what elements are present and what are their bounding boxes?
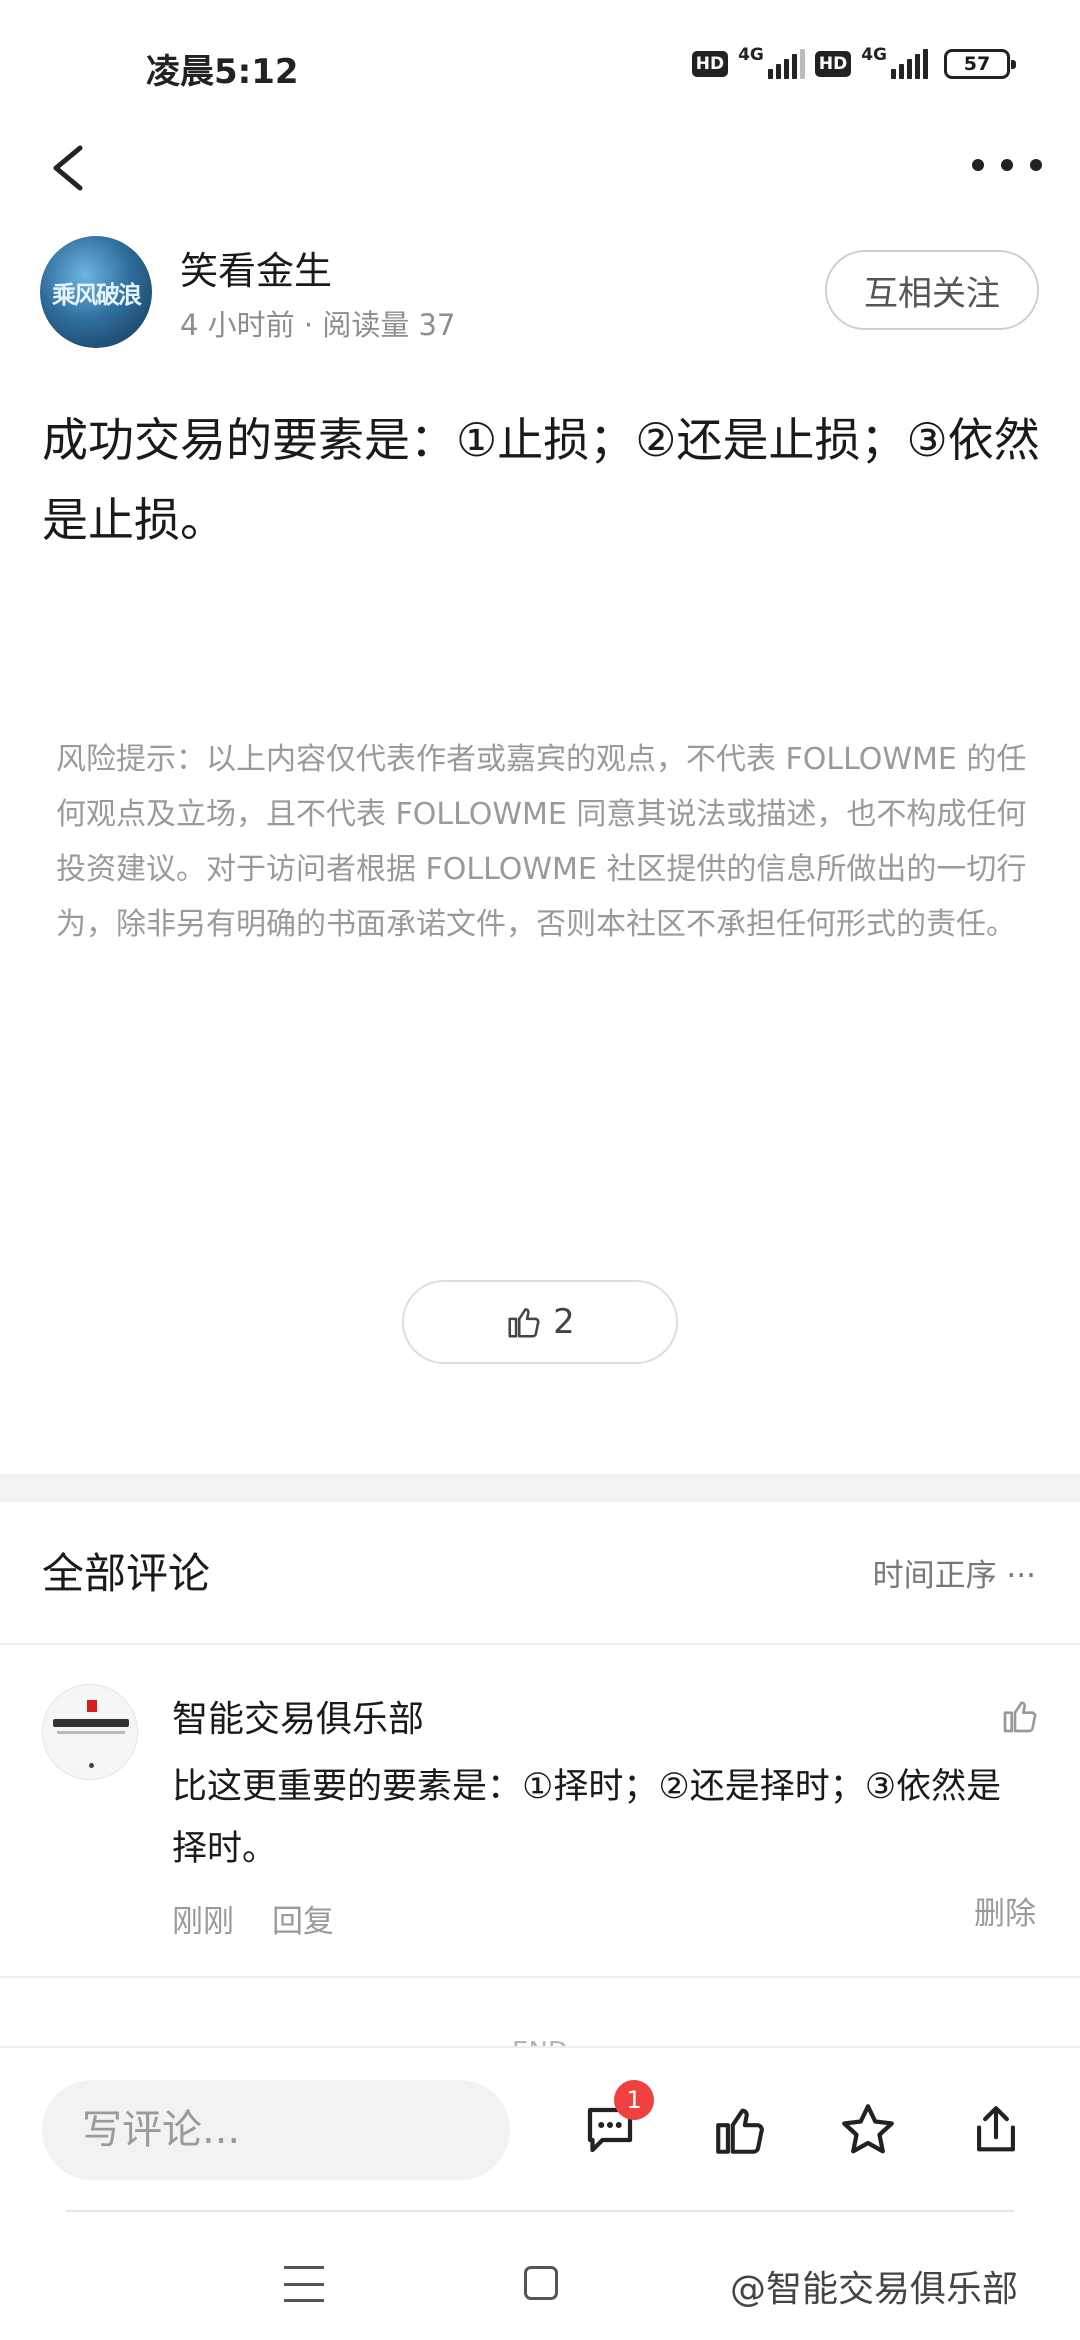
status-icons: HD 4G HD 4G 57 <box>691 44 1016 84</box>
comment-text: 比这更重要的要素是：①择时；②还是择时；③依然是择时。 <box>172 1767 1002 1869</box>
risk-notice: 风险提示：以上内容仅代表作者或嘉宾的观点，不代表 FOLLOWME 的任何观点及… <box>56 742 1027 942</box>
divider <box>0 1643 1080 1645</box>
author-avatar[interactable]: 乘风破浪 <box>40 236 152 348</box>
thumbs-up-icon <box>716 2108 764 2154</box>
star-icon <box>842 2104 894 2154</box>
back-button[interactable] <box>42 128 98 208</box>
chevron-left-icon <box>53 145 83 191</box>
home-button[interactable] <box>524 2266 558 2300</box>
commenter-name[interactable]: 智能交易俱乐部 <box>172 1690 424 1742</box>
post-like-button[interactable]: 2 <box>402 1280 678 1364</box>
share-button[interactable] <box>960 2094 1032 2166</box>
favorite-button[interactable] <box>832 2094 904 2166</box>
club-logo-icon <box>87 1700 97 1712</box>
divider <box>0 1976 1080 1978</box>
signal-strength-icon <box>767 49 805 79</box>
divider <box>66 2210 1014 2212</box>
battery-level: 57 <box>963 53 991 75</box>
post-meta: 4 小时前 · 阅读量 37 <box>180 308 456 342</box>
author-name[interactable]: 笑看金生 <box>180 240 332 295</box>
battery-icon: 57 <box>944 49 1016 79</box>
reply-button[interactable]: 回复 <box>272 1896 334 1941</box>
network-type-label: 4G <box>861 45 887 65</box>
comment-input[interactable]: 写评论... <box>42 2080 510 2180</box>
commenter-avatar[interactable] <box>42 1684 138 1780</box>
avatar-text: 乘风破浪 <box>52 280 142 309</box>
comments-title: 全部评论 <box>42 1549 211 1598</box>
delete-button[interactable]: 删除 <box>974 1888 1036 1933</box>
like-button[interactable] <box>704 2094 776 2166</box>
hd-icon: HD <box>814 51 852 77</box>
network-type-label: 4G <box>738 45 764 65</box>
watermark: @智能交易俱乐部 <box>730 2269 1019 2310</box>
sort-toggle[interactable]: 时间正序 ··· <box>873 1550 1036 1595</box>
signal-strength-icon <box>891 49 928 79</box>
post-content: 成功交易的要素是：①止损；②还是止损；③依然是止损。 <box>42 413 1040 547</box>
more-horizontal-icon <box>972 159 984 171</box>
menu-icon <box>284 2266 324 2269</box>
status-bar: 凌晨5:12 HD 4G HD 4G 57 <box>0 0 1080 130</box>
thumbs-up-icon <box>1003 1701 1037 1733</box>
comment-like-button[interactable] <box>1000 1696 1040 1736</box>
follow-button[interactable]: 互相关注 <box>825 250 1039 330</box>
comment-count-badge: 1 <box>614 2080 654 2120</box>
more-options-button[interactable] <box>972 140 1042 190</box>
recent-apps-button[interactable] <box>284 2266 324 2302</box>
system-navigation-bar: @智能交易俱乐部 <box>0 2216 1080 2340</box>
status-time: 凌晨5:12 <box>146 52 299 92</box>
comments-button[interactable]: 1 <box>574 2080 654 2166</box>
hd-icon: HD <box>691 51 729 77</box>
share-icon <box>977 2106 1015 2152</box>
comment-time: 刚刚 <box>172 1904 234 1940</box>
thumbs-up-icon <box>508 1308 540 1338</box>
post-like-count: 2 <box>553 1302 575 1342</box>
section-divider <box>0 1474 1080 1502</box>
